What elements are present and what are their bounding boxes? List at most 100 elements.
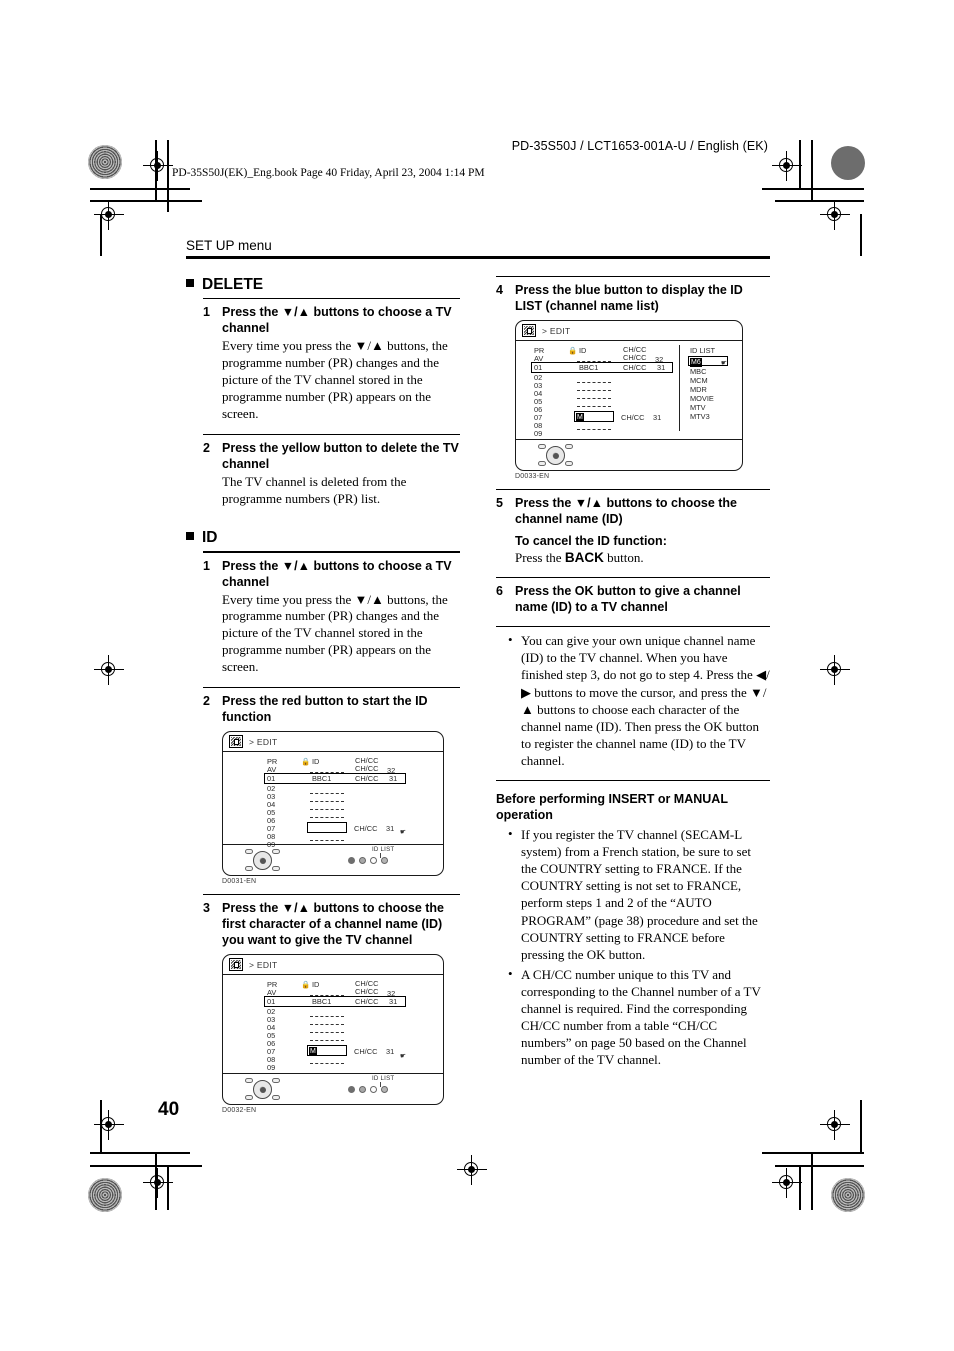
- color-button-dots: [348, 857, 388, 865]
- row-dashes: [310, 1024, 344, 1026]
- idlist-item[interactable]: MBC: [690, 368, 706, 376]
- step-number: 1: [203, 305, 210, 320]
- tv-bottom-bar: [516, 439, 742, 470]
- color-dot-yellow: [370, 1086, 377, 1094]
- idlist-item[interactable]: MDR: [690, 386, 707, 394]
- book-file-line: PD-35S50J(EK)_Eng.book Page 40 Friday, A…: [172, 167, 485, 179]
- tv-titlebar-label: > EDIT: [249, 736, 278, 747]
- idlist-callout-label: ID LIST: [372, 846, 395, 854]
- color-button-dots: [348, 1086, 388, 1094]
- before-bullet-1: • If you register the TV channel (SECAM-…: [508, 826, 770, 963]
- registration-target-top-left: [143, 151, 173, 181]
- running-head-block: SET UP menu: [186, 238, 770, 259]
- row-dashes: [577, 406, 611, 408]
- tv-titlebar-label: > EDIT: [542, 325, 571, 336]
- color-dot-green: [359, 1086, 366, 1094]
- edit-row-chcc: CH/CC: [354, 1047, 378, 1057]
- row-01-chcc: CH/CC: [355, 997, 379, 1007]
- color-dot-yellow: [370, 857, 377, 865]
- row-dashes: [577, 398, 611, 400]
- row-01-num: 31: [657, 363, 666, 373]
- figure-code: D0032-EN: [222, 1107, 257, 1115]
- col-header-id: ID: [579, 346, 587, 356]
- crop-mark-tl-h1: [90, 188, 190, 190]
- divider: [496, 780, 770, 782]
- idlist-item[interactable]: MTV: [690, 404, 706, 412]
- crop-mark-br-v3: [860, 1100, 862, 1152]
- row-dashes: [577, 390, 611, 392]
- id-entry-box[interactable]: [307, 822, 347, 834]
- id-step-4: 4 Press the blue button to display the I…: [496, 282, 770, 314]
- divider: [203, 298, 460, 300]
- step-number: 2: [203, 440, 210, 455]
- step-title: Press the OK button to give a channel na…: [515, 584, 741, 615]
- color-dot-blue: [381, 1086, 388, 1094]
- edit-row-num: 31: [653, 413, 662, 423]
- id-step-3: 3 Press the ▼/▲ buttons to choose the fi…: [203, 900, 460, 948]
- selected-row-highlight: [264, 773, 406, 785]
- delete-step-2: 2 Press the yellow button to delete the …: [203, 440, 460, 472]
- tv-titlebar-label: > EDIT: [249, 959, 278, 970]
- idlist-callout-label: ID LIST: [372, 1075, 395, 1083]
- idlist-item[interactable]: MOVIE: [690, 395, 714, 403]
- row-01-id: BBC1: [579, 363, 599, 373]
- registration-target-bottom-right: [772, 1168, 802, 1198]
- row-dashes: [310, 1040, 344, 1042]
- row-dashes: [310, 817, 344, 819]
- selected-row-highlight: [531, 362, 673, 374]
- tv-menu-icon: [229, 958, 243, 972]
- step-number: 5: [496, 496, 503, 511]
- row-pr: 09: [534, 429, 543, 439]
- tv-screen-mock: > EDIT PR 🔒 ID CH/CC AV CH/CC 32 01 BBC1: [222, 954, 444, 1106]
- tv-screen-mock: > EDIT PR 🔒 ID CH/CC AV CH/CC 32 01 BBC1…: [515, 320, 743, 472]
- registration-target-right-lower: [820, 1110, 850, 1140]
- crop-mark-bl-h2: [90, 1165, 202, 1167]
- row-01-id: BBC1: [312, 997, 332, 1007]
- selected-row-highlight: [264, 996, 406, 1008]
- col-header-id: ID: [312, 757, 320, 767]
- idlist-callout-arrow: [380, 1082, 381, 1088]
- row-01-num: 31: [389, 774, 398, 784]
- cursor-icon: ☛: [399, 827, 407, 837]
- divider: [203, 433, 460, 435]
- note-bullet-1-text: You can give your own unique channel nam…: [521, 633, 770, 768]
- right-column: 4 Press the blue button to display the I…: [496, 276, 770, 1068]
- tv-titlebar: > EDIT: [223, 732, 443, 753]
- step-number: 1: [203, 558, 210, 573]
- row-dashes: [577, 382, 611, 384]
- tv-bottom-bar: ID LIST: [223, 844, 443, 875]
- idlist-divider: [679, 345, 681, 432]
- running-head-rule: [186, 256, 770, 259]
- crop-mark-tr-v3: [860, 214, 862, 256]
- cancel-id-body-post: button.: [603, 550, 644, 566]
- row-01-pr: 01: [267, 774, 276, 784]
- idlist-item[interactable]: MCM: [690, 377, 708, 385]
- bullet-dot-icon: •: [508, 826, 513, 842]
- row-av-chcc: CH/CC: [355, 764, 379, 774]
- registration-target-left-upper: [94, 200, 124, 230]
- bullet-dot-icon: •: [508, 632, 513, 648]
- delete-heading-label: DELETE: [202, 276, 264, 293]
- row-dashes: [310, 1063, 344, 1065]
- edit-row-chcc: CH/CC: [621, 413, 645, 423]
- idlist-item-selected[interactable]: M6: [690, 357, 702, 367]
- running-head-title: SET UP menu: [186, 238, 272, 253]
- lock-icon: 🔒: [568, 346, 578, 356]
- square-bullet-icon: [186, 279, 194, 287]
- before-bullet-1-text: If you register the TV channel (SECAM-L …: [521, 827, 758, 962]
- cursor-icon: ☛: [720, 358, 728, 368]
- row-01-num: 31: [389, 997, 398, 1007]
- tv-titlebar: > EDIT: [516, 321, 742, 342]
- idlist-item[interactable]: MTV3: [690, 413, 710, 421]
- crop-mark-br-v1: [811, 1152, 813, 1210]
- edit-row-num: 31: [386, 824, 395, 834]
- step-title: Press the blue button to display the ID …: [515, 283, 743, 314]
- col-header-id: ID: [312, 980, 320, 990]
- step-number: 3: [203, 901, 210, 916]
- note-bullet-1: • You can give your own unique channel n…: [508, 632, 770, 769]
- step-title: Press the yellow button to delete the TV…: [222, 440, 459, 471]
- idlist-callout-arrow: [380, 853, 381, 859]
- divider: [496, 276, 770, 278]
- figure-d0031: > EDIT PR 🔒 ID CH/CC AV CH/CC 32 01 BBC1: [222, 731, 460, 885]
- figure-d0033: > EDIT PR 🔒 ID CH/CC AV CH/CC 32 01 BBC1…: [515, 320, 770, 480]
